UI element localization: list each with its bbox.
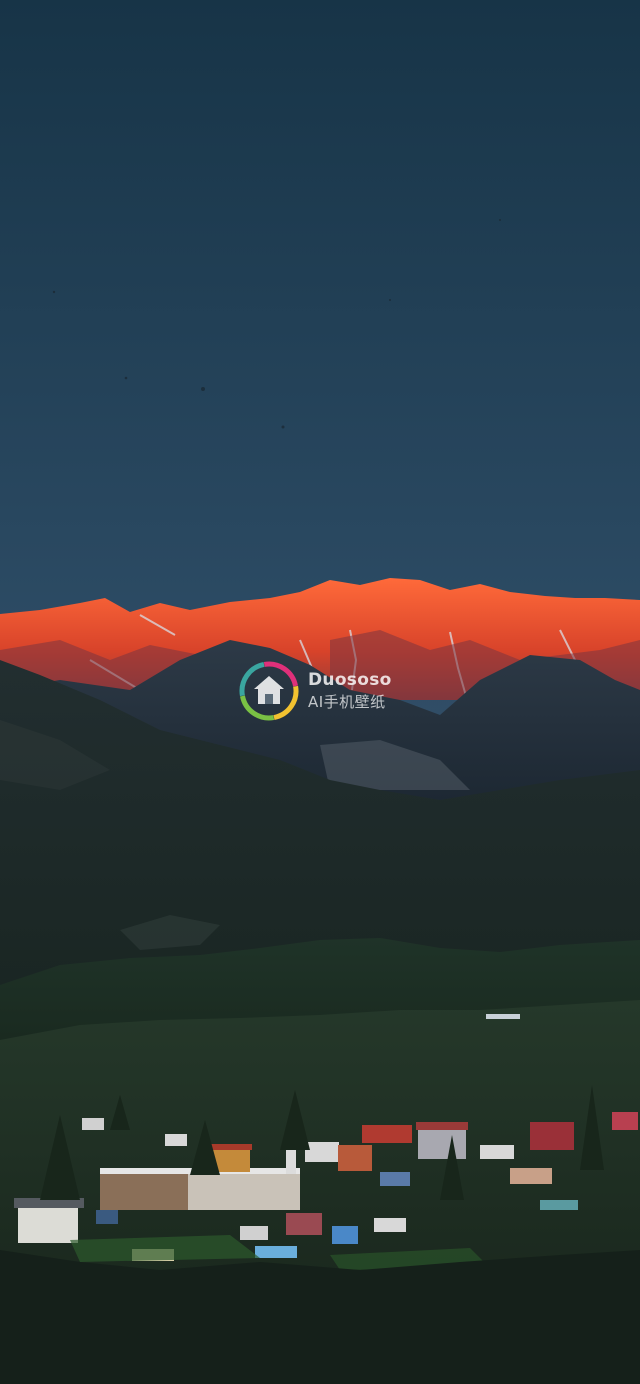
watermark-subtitle: AI手机壁纸 — [308, 693, 386, 711]
house-in-ring-icon — [239, 661, 299, 721]
wallpaper-scene: Duososo AI手机壁纸 — [0, 0, 640, 1384]
watermark: Duososo AI手机壁纸 — [238, 659, 418, 723]
watermark-brand: Duososo — [308, 670, 392, 690]
